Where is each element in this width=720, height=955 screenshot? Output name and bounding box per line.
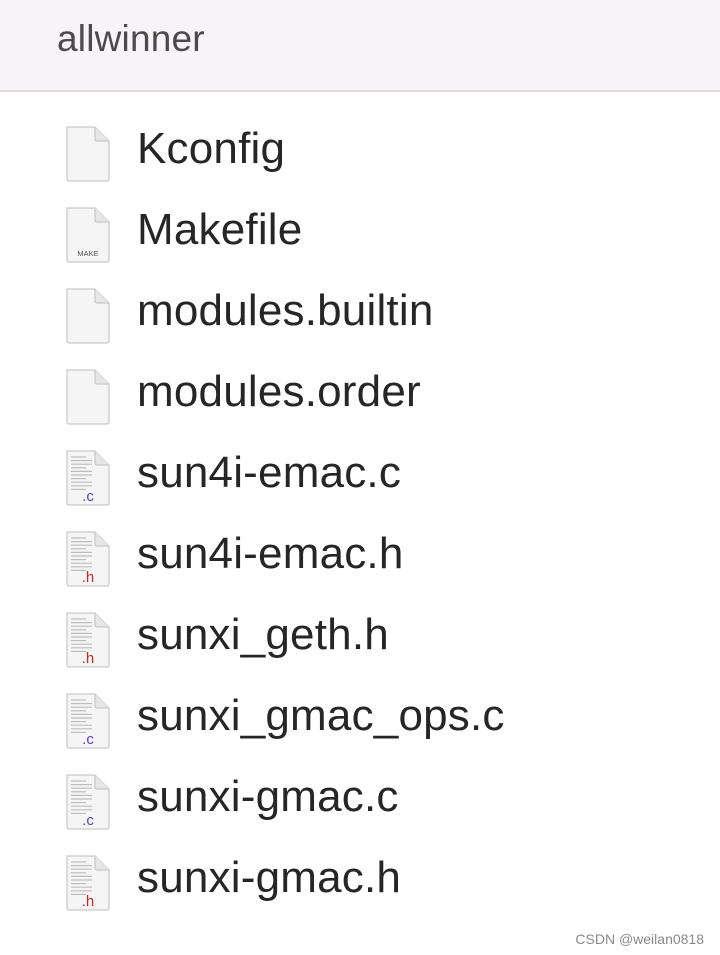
file-name: sunxi_geth.h xyxy=(137,610,389,659)
window-header: allwinner xyxy=(0,0,720,92)
file-name: Makefile xyxy=(137,205,303,254)
watermark: CSDN @weilan0818 xyxy=(575,931,704,947)
blank-document-icon xyxy=(66,288,110,344)
file-name: modules.order xyxy=(137,367,421,416)
svg-text:.h: .h xyxy=(82,650,95,667)
svg-text:.h: .h xyxy=(82,893,95,910)
file-row[interactable]: MAKE Makefile xyxy=(0,191,720,272)
file-list: Kconfig MAKE Makefile modules.builtin mo… xyxy=(0,110,720,920)
blank-document-icon xyxy=(66,369,110,425)
svg-text:.h: .h xyxy=(82,569,95,586)
h-header-icon: .h xyxy=(66,612,110,668)
file-name: sunxi-gmac.h xyxy=(137,853,402,902)
file-row[interactable]: .c sunxi_gmac_ops.c xyxy=(0,677,720,758)
c-source-icon: .c xyxy=(66,450,110,506)
file-row[interactable]: .h sunxi-gmac.h xyxy=(0,839,720,920)
c-source-icon: .c xyxy=(66,693,110,749)
file-row[interactable]: .h sunxi_geth.h xyxy=(0,596,720,677)
file-row[interactable]: .c sunxi-gmac.c xyxy=(0,758,720,839)
h-header-icon: .h xyxy=(66,531,110,587)
file-row[interactable]: modules.order xyxy=(0,353,720,434)
file-name: sun4i-emac.c xyxy=(137,448,402,497)
blank-document-icon xyxy=(66,126,110,182)
file-name: sun4i-emac.h xyxy=(137,529,404,578)
svg-text:MAKE: MAKE xyxy=(77,249,98,258)
file-row[interactable]: .c sun4i-emac.c xyxy=(0,434,720,515)
file-row[interactable]: Kconfig xyxy=(0,110,720,191)
c-source-icon: .c xyxy=(66,774,110,830)
folder-title: allwinner xyxy=(57,18,205,59)
svg-text:.c: .c xyxy=(82,488,94,505)
svg-text:.c: .c xyxy=(82,812,94,829)
makefile-document-icon: MAKE xyxy=(66,207,110,263)
file-name: Kconfig xyxy=(137,124,286,173)
file-row[interactable]: modules.builtin xyxy=(0,272,720,353)
h-header-icon: .h xyxy=(66,855,110,911)
svg-text:.c: .c xyxy=(82,731,94,748)
file-name: sunxi-gmac.c xyxy=(137,772,399,821)
file-row[interactable]: .h sun4i-emac.h xyxy=(0,515,720,596)
file-name: sunxi_gmac_ops.c xyxy=(137,691,505,740)
file-name: modules.builtin xyxy=(137,286,434,335)
